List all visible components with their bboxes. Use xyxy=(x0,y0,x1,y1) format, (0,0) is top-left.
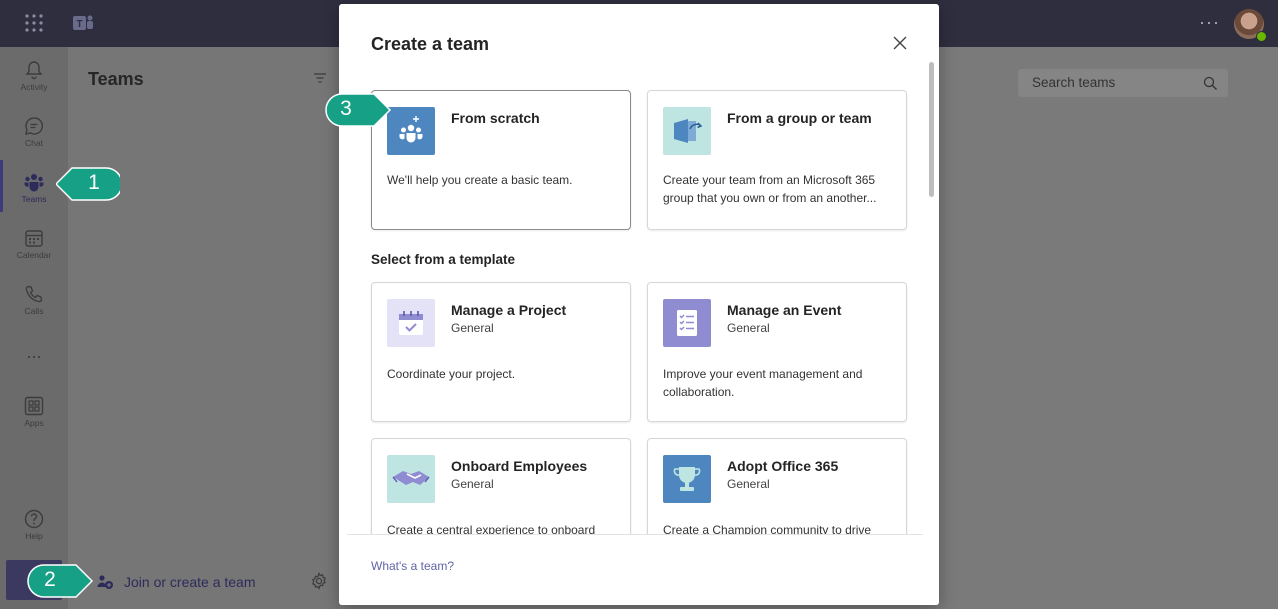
presence-status-icon xyxy=(1256,31,1267,42)
from-scratch-card[interactable]: From scratch We'll help you create a bas… xyxy=(371,90,631,230)
template-category: General xyxy=(727,477,770,491)
rail-item-chat[interactable]: Chat xyxy=(0,107,68,161)
template-title: Adopt Office 365 xyxy=(727,458,839,474)
dialog-title: Create a team xyxy=(371,34,490,54)
template-description: Improve your event management and collab… xyxy=(663,367,863,399)
from-scratch-title: From scratch xyxy=(451,110,540,126)
app-rail: Activity Chat Teams Calendar Calls ... A… xyxy=(0,47,68,609)
rail-label-chat: Chat xyxy=(25,138,43,148)
search-teams-input[interactable]: Search teams xyxy=(1018,69,1228,97)
rail-label-apps: Apps xyxy=(24,418,44,428)
template-heading: Select from a template xyxy=(371,252,516,267)
search-icon xyxy=(1203,76,1217,90)
app-launcher-icon[interactable] xyxy=(24,13,44,33)
gear-icon[interactable] xyxy=(310,572,328,590)
join-or-create-team-button[interactable]: Join or create a team xyxy=(92,571,332,593)
create-team-dialog: Create a team From scratch We'll help yo… xyxy=(339,4,939,605)
teams-logo-icon: T xyxy=(73,15,93,30)
footer-divider xyxy=(347,534,923,535)
trophy-icon xyxy=(663,455,711,503)
search-placeholder: Search teams xyxy=(1032,75,1116,90)
group-convert-icon xyxy=(663,107,711,155)
panel-title: Teams xyxy=(88,69,144,89)
rail-item-calendar[interactable]: Calendar xyxy=(0,219,68,273)
join-create-label: Join or create a team xyxy=(124,574,256,590)
callout-3: 3 xyxy=(322,90,392,128)
phone-icon xyxy=(25,285,43,303)
teams-panel: Teams Join or create a team xyxy=(68,47,340,609)
template-category: General xyxy=(451,321,494,335)
callout-number: 2 xyxy=(44,568,56,591)
rail-item-more[interactable]: ... xyxy=(0,337,68,367)
from-group-title: From a group or team xyxy=(727,110,872,126)
apps-icon xyxy=(24,396,44,416)
rail-item-activity[interactable]: Activity xyxy=(0,51,68,105)
rail-label-help: Help xyxy=(25,531,43,541)
whats-a-team-link[interactable]: What's a team? xyxy=(371,559,454,573)
teams-icon xyxy=(24,174,44,192)
template-category: General xyxy=(451,477,494,491)
bell-icon xyxy=(25,61,43,80)
template-card-onboard-employees[interactable]: Onboard Employees General Create a centr… xyxy=(371,438,631,539)
template-title: Manage a Project xyxy=(451,302,567,318)
template-description: Coordinate your project. xyxy=(387,367,516,381)
rail-label-calendar: Calendar xyxy=(16,250,52,260)
dialog-scrollbar[interactable] xyxy=(929,62,934,197)
more-apps-icon: ... xyxy=(26,342,42,362)
team-add-icon xyxy=(387,107,435,155)
help-icon xyxy=(24,509,44,529)
chat-icon xyxy=(25,117,43,135)
template-card-adopt-office[interactable]: Adopt Office 365 General Create a Champi… xyxy=(647,438,907,539)
calendar-icon xyxy=(25,230,43,247)
add-team-icon xyxy=(97,575,113,589)
rail-item-calls[interactable]: Calls xyxy=(0,275,68,329)
callout-number: 1 xyxy=(88,171,100,194)
rail-item-help[interactable]: Help xyxy=(0,500,68,554)
from-scratch-description: We'll help you create a basic team. xyxy=(387,173,573,187)
handshake-icon xyxy=(387,455,435,503)
calendar-check-icon xyxy=(387,299,435,347)
rail-label-calls: Calls xyxy=(24,306,44,316)
template-title: Manage an Event xyxy=(727,302,842,318)
close-icon[interactable] xyxy=(890,33,910,53)
from-group-description: Create your team from an Microsoft 365 g… xyxy=(663,173,877,205)
more-options-icon[interactable]: ··· xyxy=(1199,12,1220,33)
callout-1: 1 xyxy=(56,164,120,202)
from-group-card[interactable]: From a group or team Create your team fr… xyxy=(647,90,907,230)
callout-number: 3 xyxy=(340,97,352,120)
rail-item-apps[interactable]: Apps xyxy=(0,387,68,441)
svg-text:T: T xyxy=(76,19,82,30)
rail-label-activity: Activity xyxy=(20,82,48,92)
template-card-manage-event[interactable]: Manage an Event General Improve your eve… xyxy=(647,282,907,422)
template-title: Onboard Employees xyxy=(451,458,588,474)
callout-2: 2 xyxy=(24,561,94,599)
template-category: General xyxy=(727,321,770,335)
template-card-manage-project[interactable]: Manage a Project General Coordinate your… xyxy=(371,282,631,422)
checklist-icon xyxy=(663,299,711,347)
filter-icon[interactable] xyxy=(313,72,327,84)
